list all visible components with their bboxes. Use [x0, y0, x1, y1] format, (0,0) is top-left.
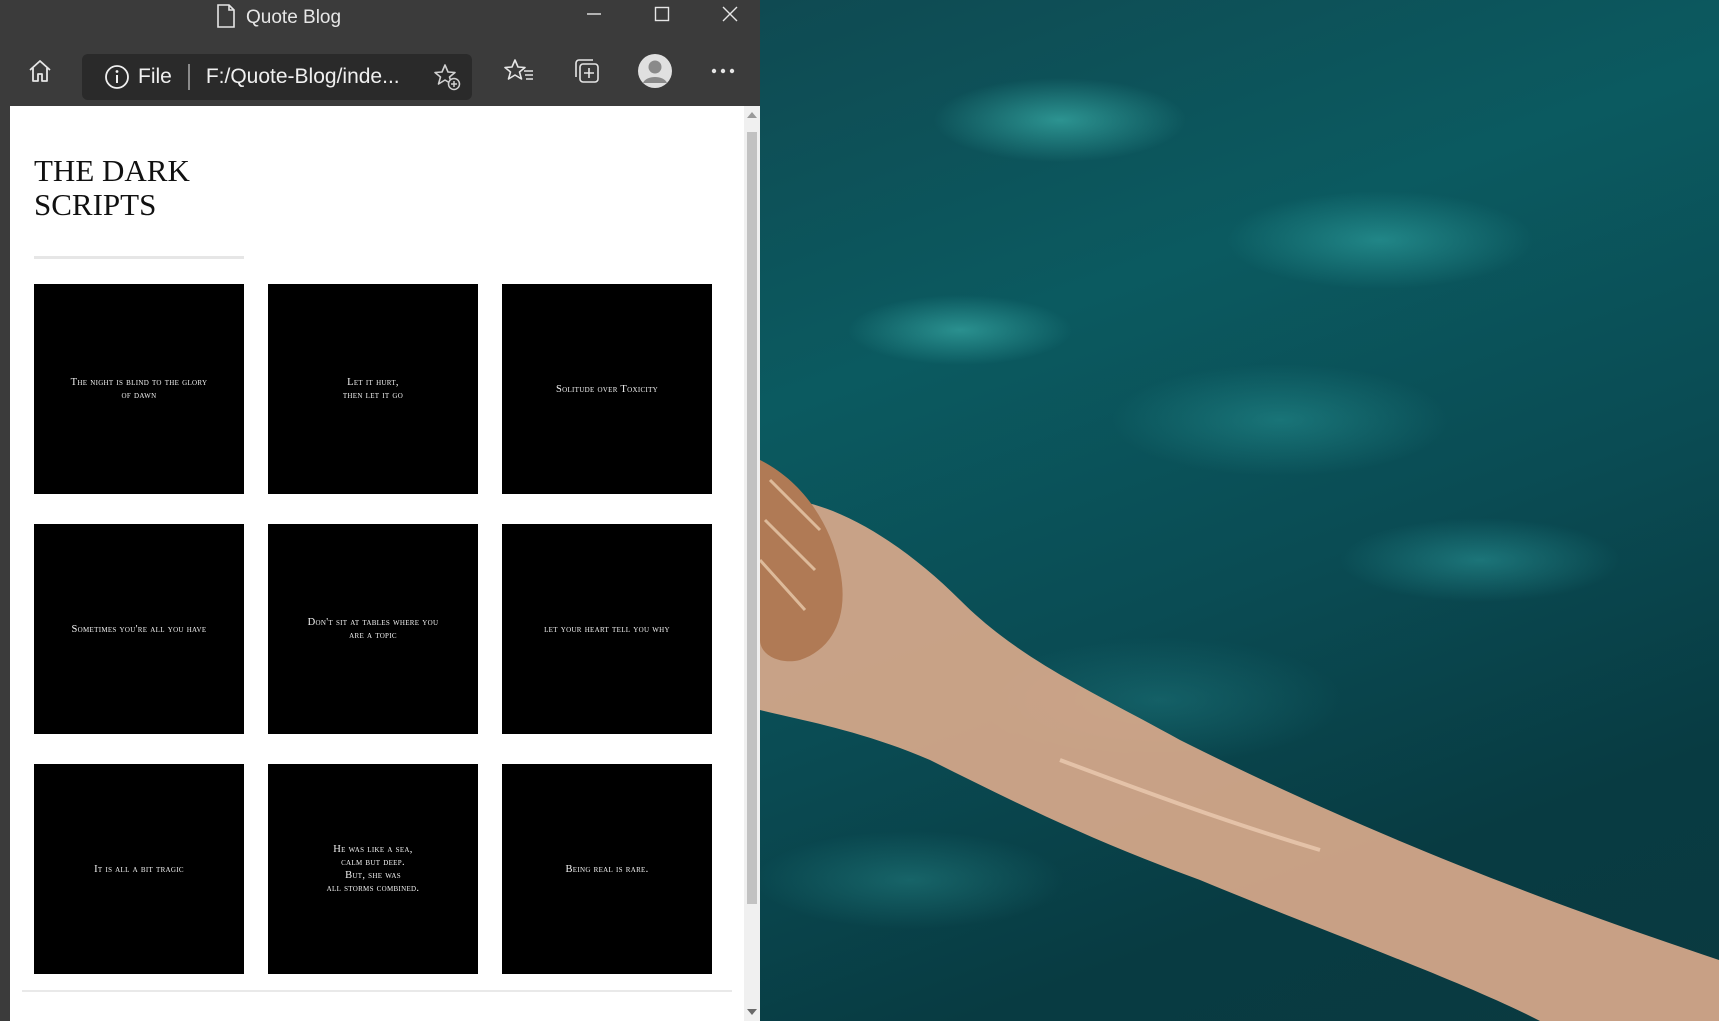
vertical-scrollbar[interactable]	[744, 106, 760, 1021]
minimize-icon	[587, 13, 601, 15]
address-separator	[187, 64, 190, 90]
home-button[interactable]	[17, 48, 63, 94]
browser-toolbar: File F:/Quote-Blog/inde...	[0, 36, 760, 106]
window-title: Quote Blog	[246, 7, 342, 28]
quote-text: He was like a sea, calm but deep. But, s…	[326, 844, 420, 894]
footer-divider	[22, 990, 732, 992]
title-divider	[34, 256, 244, 259]
collections-button[interactable]	[564, 48, 610, 94]
quote-card[interactable]: Sometimes you're all you have	[34, 524, 244, 734]
quote-text: The night is blind to the glory of dawn	[70, 377, 208, 401]
profile-button[interactable]	[632, 48, 678, 94]
favorites-button[interactable]	[496, 48, 542, 94]
quote-card[interactable]: Solitude over Toxicity	[502, 284, 712, 494]
page-document-icon	[216, 3, 236, 33]
scroll-up-icon[interactable]	[744, 106, 760, 124]
quote-card[interactable]: Being real is rare.	[502, 764, 712, 974]
address-url[interactable]: F:/Quote-Blog/inde...	[206, 65, 400, 89]
collections-icon	[575, 59, 599, 83]
maximize-icon	[654, 6, 670, 22]
quote-text: Being real is rare.	[565, 863, 649, 875]
scroll-down-icon[interactable]	[744, 1003, 760, 1021]
title-bar: Quote Blog	[0, 0, 760, 36]
add-favorite-icon[interactable]	[430, 60, 464, 94]
quote-card[interactable]: The night is blind to the glory of dawn	[34, 284, 244, 494]
quote-card[interactable]: let your heart tell you why	[502, 524, 712, 734]
quote-text: Solitude over Toxicity	[555, 383, 659, 395]
quote-card[interactable]: Don't sit at tables where you are a topi…	[268, 524, 478, 734]
more-button[interactable]	[700, 48, 746, 94]
profile-icon	[638, 54, 672, 88]
quote-grid: The night is blind to the glory of dawn …	[34, 284, 720, 974]
maximize-button[interactable]	[628, 0, 696, 28]
close-icon	[722, 6, 738, 22]
quote-card[interactable]: It is all a bit tragic	[34, 764, 244, 974]
scrollbar-thumb[interactable]	[747, 132, 757, 904]
address-scheme-label: File	[138, 65, 172, 88]
quote-text: Don't sit at tables where you are a topi…	[307, 617, 439, 641]
wallpaper-arm-image	[760, 460, 1719, 1021]
page-viewport: THE DARK SCRIPTS The night is blind to t…	[10, 106, 760, 1021]
info-icon[interactable]	[100, 54, 134, 100]
quote-card[interactable]: Let it hurt, then let it go	[268, 284, 478, 494]
home-icon	[29, 60, 51, 82]
browser-window: Quote Blog File F:/Quote-Blog/inde... TH…	[0, 0, 760, 1021]
quote-text: Sometimes you're all you have	[71, 623, 207, 635]
quote-text: let your heart tell you why	[544, 623, 670, 635]
minimize-button[interactable]	[560, 0, 628, 28]
favorites-icon	[504, 59, 533, 80]
page-title: THE DARK SCRIPTS	[34, 153, 190, 222]
title-group: Quote Blog	[216, 3, 342, 33]
close-button[interactable]	[696, 0, 764, 28]
more-icon	[711, 68, 735, 74]
address-bar[interactable]: File F:/Quote-Blog/inde...	[82, 54, 472, 100]
quote-card[interactable]: He was like a sea, calm but deep. But, s…	[268, 764, 478, 974]
quote-text: It is all a bit tragic	[94, 863, 184, 875]
quote-text: Let it hurt, then let it go	[342, 377, 404, 401]
